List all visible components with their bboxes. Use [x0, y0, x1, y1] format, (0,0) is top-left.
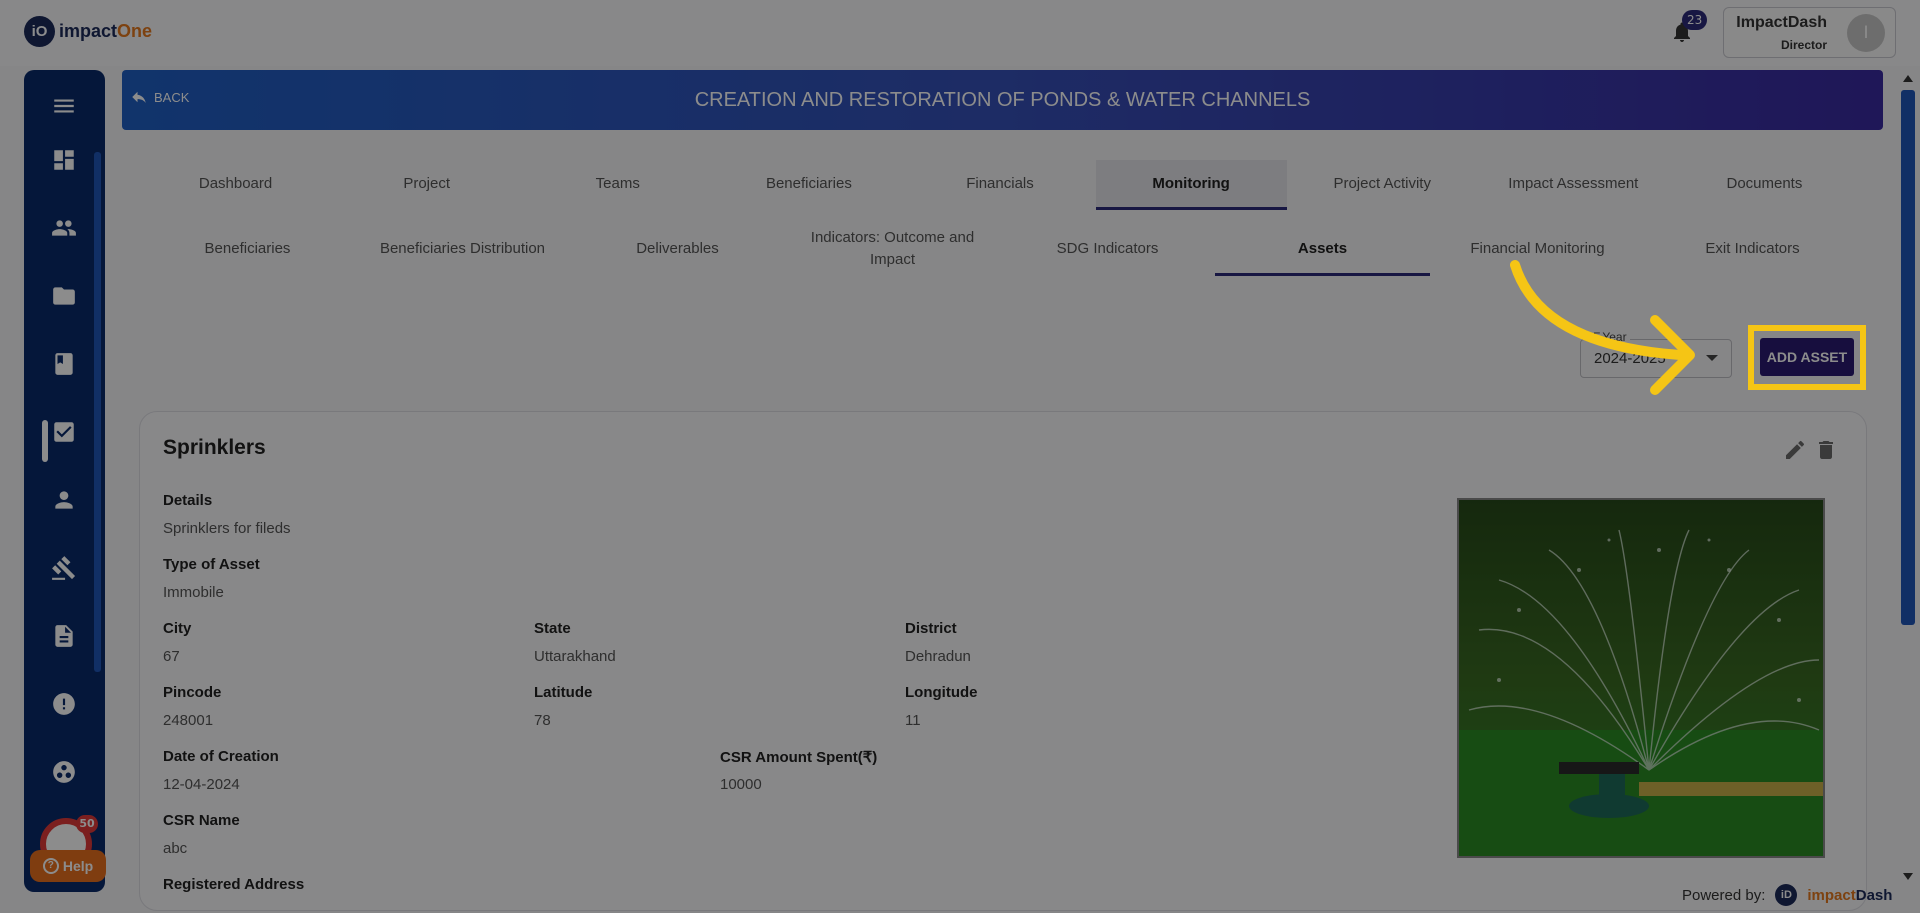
tab-project-activity[interactable]: Project Activity	[1287, 160, 1478, 210]
people-icon[interactable]	[46, 210, 82, 246]
back-arrow-icon	[132, 91, 146, 103]
notification-count-badge: 23	[1682, 10, 1708, 30]
pointer-arrow-icon	[1510, 260, 1695, 395]
page-scrollbar[interactable]	[1896, 70, 1920, 890]
city-label: City	[163, 620, 192, 637]
state-label: State	[534, 620, 571, 637]
edit-icon[interactable]	[1783, 438, 1807, 462]
help-button[interactable]: ? Help	[30, 850, 106, 882]
subtab-deliverables[interactable]: Deliverables	[570, 224, 785, 274]
longitude-value: 11	[905, 712, 921, 729]
csr-amount-label: CSR Amount Spent(₹)	[720, 749, 878, 766]
group-icon[interactable]	[46, 754, 82, 790]
csr-name-label: CSR Name	[163, 812, 240, 829]
asset-image	[1457, 498, 1825, 858]
latitude-value: 78	[534, 712, 551, 729]
scroll-down-icon[interactable]	[1903, 873, 1913, 880]
date-label: Date of Creation	[163, 748, 279, 765]
csr-amount-value: 10000	[720, 776, 762, 793]
dashboard-icon[interactable]	[46, 142, 82, 178]
date-value: 12-04-2024	[163, 776, 240, 793]
help-count-badge: 50	[76, 815, 98, 833]
user-role: Director	[1780, 38, 1827, 52]
powered-by: Powered by: iD impactDash	[1682, 884, 1892, 906]
tab-monitoring[interactable]: Monitoring	[1095, 160, 1287, 210]
user-name: ImpactDash	[1736, 14, 1827, 31]
tab-financials[interactable]: Financials	[904, 160, 1095, 210]
details-label: Details	[163, 492, 213, 509]
scroll-up-icon[interactable]	[1903, 75, 1913, 82]
city-value: 67	[163, 648, 180, 665]
state-value: Uttarakhand	[534, 648, 616, 665]
app-logo[interactable]: iO impactOne	[24, 16, 152, 47]
alert-icon[interactable]	[46, 686, 82, 722]
logo-text: impactOne	[59, 21, 153, 41]
folder-icon[interactable]	[46, 278, 82, 314]
scrollbar-thumb[interactable]	[1901, 90, 1915, 625]
latitude-label: Latitude	[534, 684, 593, 701]
gavel-icon[interactable]	[46, 550, 82, 586]
asset-title: Sprinklers	[163, 436, 266, 459]
footer-logo-mark: iD	[1775, 884, 1798, 906]
registered-address-label: Registered Address	[163, 876, 305, 893]
district-value: Dehradun	[905, 648, 971, 665]
document-icon[interactable]	[46, 618, 82, 654]
type-label: Type of Asset	[163, 556, 260, 573]
sprinkler-image-icon	[1459, 500, 1823, 856]
page-title: CREATION AND RESTORATION OF PONDS & WATE…	[694, 89, 1311, 111]
type-value: Immobile	[163, 584, 224, 601]
tab-documents[interactable]: Documents	[1669, 160, 1860, 210]
district-label: District	[905, 620, 957, 637]
subtab-sdg-indicators[interactable]: SDG Indicators	[1000, 224, 1215, 274]
checkbox-icon[interactable]	[46, 414, 82, 450]
person-icon[interactable]	[46, 482, 82, 518]
sidebar	[24, 70, 105, 892]
subtab-assets[interactable]: Assets	[1215, 224, 1430, 276]
subtab-indicators-outcome-impact[interactable]: Indicators: Outcome and Impact	[785, 224, 1000, 274]
main-tabs: Dashboard Project Teams Beneficiaries Fi…	[140, 160, 1860, 210]
subtab-beneficiaries[interactable]: Beneficiaries	[140, 224, 355, 274]
logo-mark: iO	[24, 16, 55, 47]
footer-brand: impactDash	[1807, 886, 1893, 904]
pincode-value: 248001	[163, 712, 214, 729]
add-asset-highlight	[1748, 325, 1866, 390]
details-value: Sprinklers for fileds	[163, 520, 291, 537]
book-icon[interactable]	[46, 346, 82, 382]
top-bar	[0, 0, 1920, 66]
back-button[interactable]: BACK	[130, 88, 189, 106]
csr-name-value: abc	[163, 840, 188, 857]
longitude-label: Longitude	[905, 684, 978, 701]
question-icon: ?	[42, 858, 59, 874]
tab-project[interactable]: Project	[331, 160, 522, 210]
pincode-label: Pincode	[163, 684, 222, 701]
avatar: I	[1847, 14, 1885, 52]
user-menu[interactable]: ImpactDash Director I	[1723, 7, 1896, 58]
tab-teams[interactable]: Teams	[522, 160, 713, 210]
tab-impact-assessment[interactable]: Impact Assessment	[1478, 160, 1669, 210]
delete-icon[interactable]	[1814, 438, 1838, 462]
tab-beneficiaries[interactable]: Beneficiaries	[713, 160, 904, 210]
tab-dashboard[interactable]: Dashboard	[140, 160, 331, 210]
subtab-beneficiaries-distribution[interactable]: Beneficiaries Distribution	[355, 224, 570, 274]
sidebar-scrollbar[interactable]	[94, 152, 101, 672]
menu-icon[interactable]	[46, 88, 82, 124]
